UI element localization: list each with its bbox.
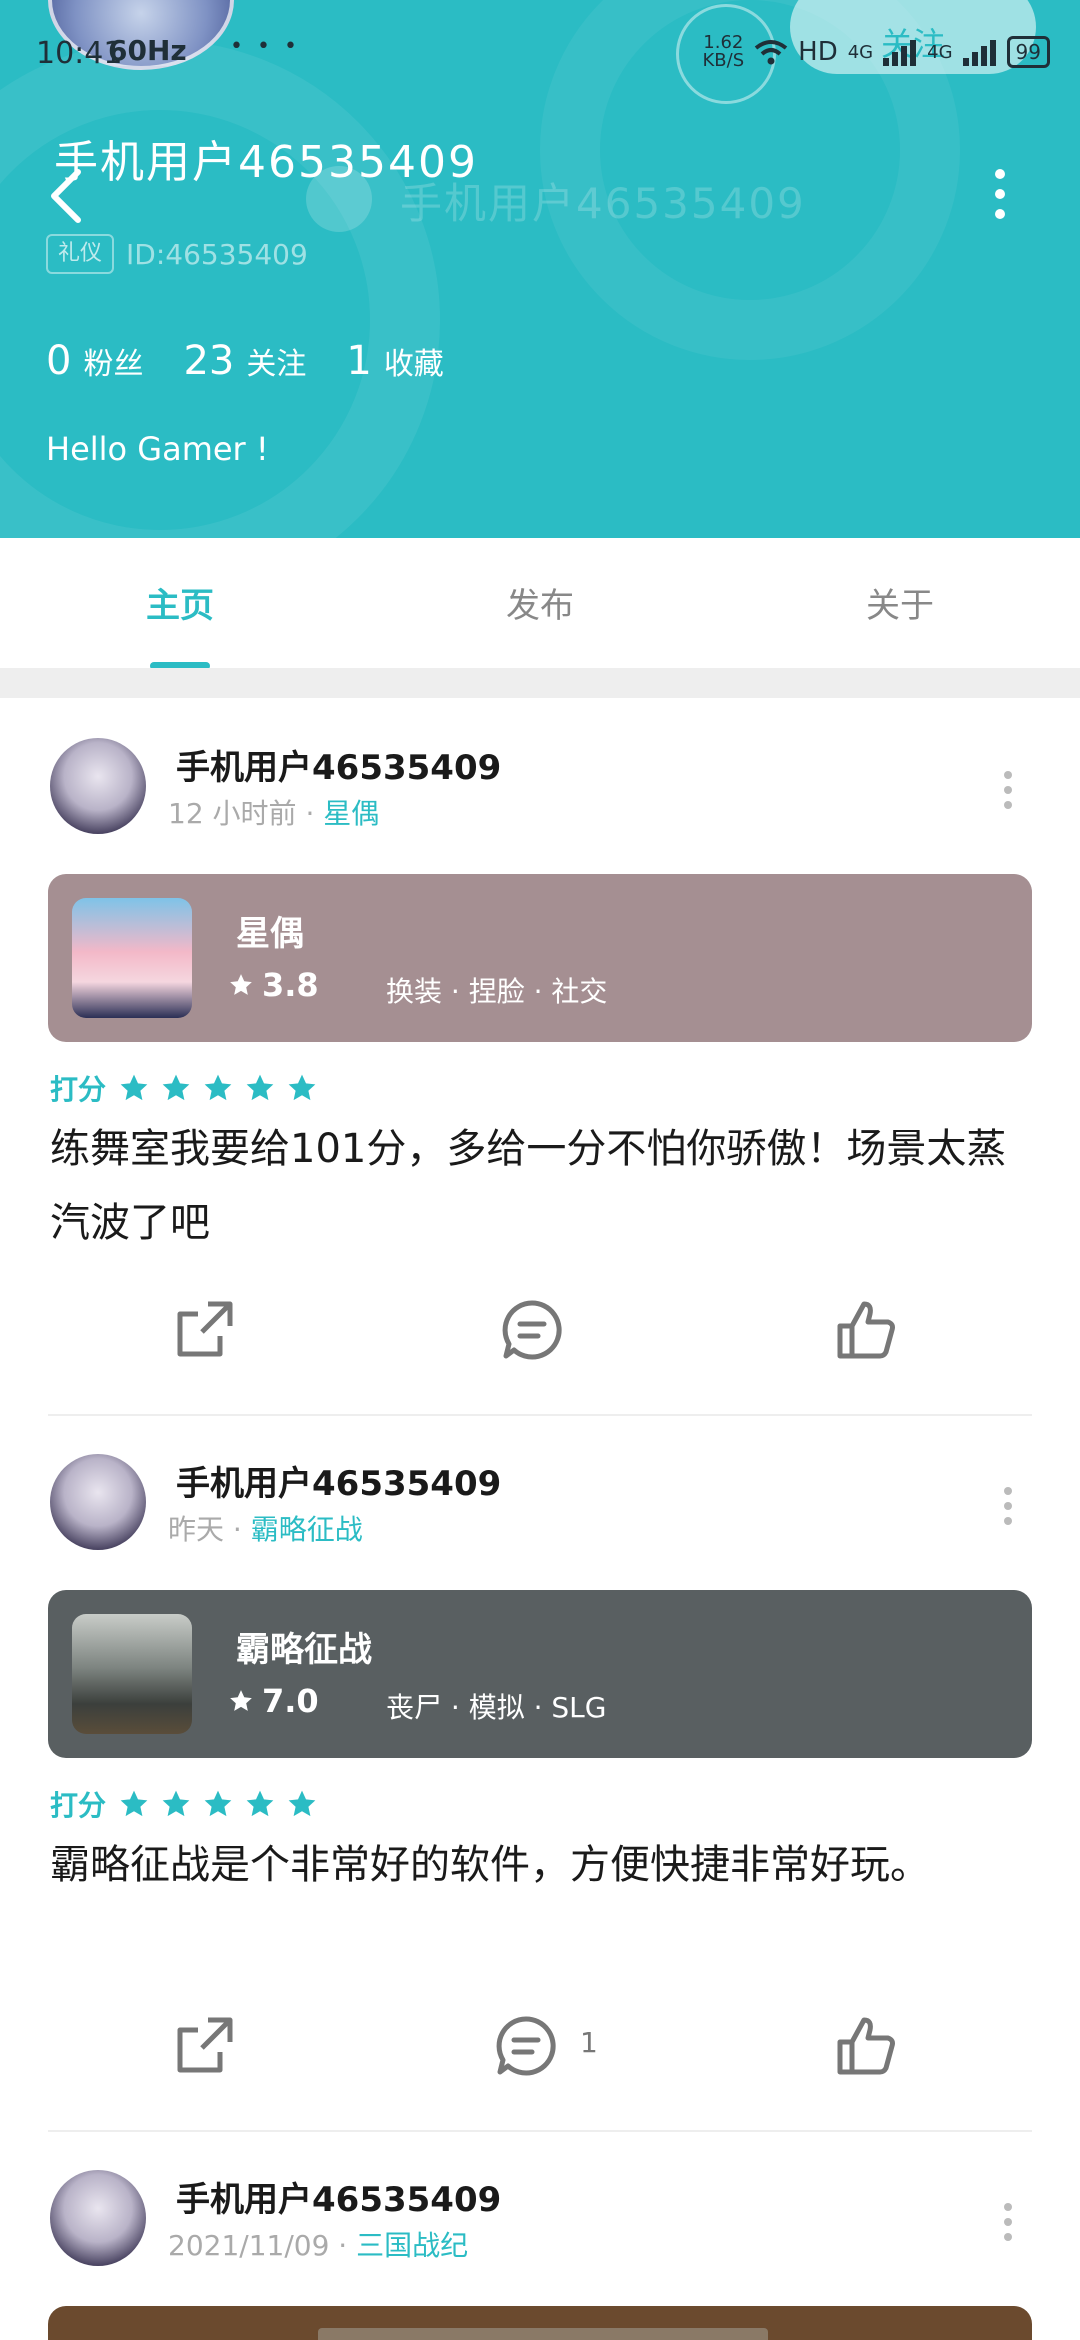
battery-icon: 99 [1006, 36, 1050, 68]
user-badge: 礼仪 [46, 234, 115, 274]
stat-following[interactable]: 23 关注 [183, 338, 306, 384]
score-label: 打分 [50, 1789, 107, 1822]
score-row: 打分 [50, 1784, 318, 1824]
post-meta: 2021/11/09 · 三国战纪 [168, 2224, 468, 2264]
star-icon [162, 1074, 190, 1101]
net-speed-unit: KB/S [702, 50, 745, 71]
tab-about[interactable]: 关于 [800, 578, 1000, 627]
user-bio: Hello Gamer ! [46, 430, 269, 468]
more-vertical-icon[interactable] [988, 168, 1012, 220]
section-divider [0, 668, 1080, 698]
game-name: 霸略征战 [236, 1630, 372, 1670]
profile-stats: 0 粉丝 23 关注 1 收藏 [46, 338, 444, 384]
star-icon [204, 1790, 232, 1817]
post-time: 12 小时前 [168, 797, 297, 830]
game-rating-value: 7.0 [262, 1682, 319, 1720]
post-game-link[interactable]: 霸略征战 [251, 1513, 363, 1546]
star-icon [288, 1790, 316, 1817]
game-card[interactable]: 星偶 3.8 换装 · 捏脸 · 社交 [48, 874, 1032, 1042]
username: 手机用户46535409 [54, 137, 478, 188]
post-time: 2021/11/09 [168, 2229, 330, 2262]
post-meta: 昨天 · 霸略征战 [168, 1508, 363, 1548]
post-meta: 12 小时前 · 星偶 [168, 792, 379, 832]
post-time: 昨天 [168, 1513, 225, 1546]
network-type-b: 4G [927, 41, 953, 63]
star-icon [246, 1074, 274, 1101]
stat-value: 1 [346, 338, 372, 384]
game-icon [72, 1614, 192, 1734]
like-icon[interactable] [834, 2014, 898, 2078]
game-rating: 3.8 [228, 966, 319, 1004]
star-icon [204, 1074, 232, 1101]
notification-dots: ••• [230, 34, 311, 59]
game-card[interactable]: 霸略征战 7.0 丧尸 · 模拟 · SLG [48, 1590, 1032, 1758]
share-icon[interactable] [172, 1298, 236, 1362]
post-author-avatar[interactable] [50, 1454, 146, 1550]
post-text: 练舞室我要给101分，多给一分不怕你骄傲！场景太蒸汽波了吧 [50, 1126, 1007, 1246]
star-icon [162, 1790, 190, 1817]
refresh-rate: 60Hz [108, 34, 187, 67]
star-icon [230, 974, 252, 995]
status-right: 1.62 KB/S HD 4G 4G 99 [703, 34, 1050, 70]
game-card[interactable] [48, 2306, 1032, 2340]
post-author-name[interactable]: 手机用户46535409 [176, 1456, 501, 1505]
star-icon [246, 1790, 274, 1817]
net-speed: 1.62 KB/S [703, 34, 745, 70]
star-icon [230, 1690, 252, 1711]
comment-icon[interactable] [494, 2014, 558, 2078]
game-tags: 换装 · 捏脸 · 社交 [386, 975, 608, 1008]
post-divider [48, 1414, 1032, 1416]
game-tags: 丧尸 · 模拟 · SLG [386, 1691, 607, 1724]
wifi-icon [754, 40, 788, 65]
tab-posts[interactable]: 发布 [440, 578, 640, 627]
meta-separator: · [305, 797, 315, 830]
game-name: 星偶 [236, 914, 304, 954]
stat-value: 23 [183, 338, 235, 384]
game-icon [72, 898, 192, 1018]
hd-label: HD [798, 37, 838, 67]
star-icon [120, 1790, 148, 1817]
meta-separator: · [338, 2229, 348, 2262]
share-icon[interactable] [172, 2014, 236, 2078]
user-id: ID:46535409 [126, 238, 308, 271]
post-author-avatar[interactable] [50, 738, 146, 834]
rating-stars [118, 1072, 318, 1104]
post-author-name[interactable]: 手机用户46535409 [176, 740, 501, 789]
post-more-icon[interactable] [1000, 2202, 1016, 2242]
stat-favorites[interactable]: 1 收藏 [346, 338, 443, 384]
post-author-avatar[interactable] [50, 2170, 146, 2266]
post-divider [48, 2130, 1032, 2132]
profile-tabs: 主页 发布 关于 [0, 538, 1080, 670]
star-icon [120, 1074, 148, 1101]
stat-label: 粉丝 [83, 347, 144, 382]
game-rating-value: 3.8 [262, 966, 319, 1004]
comment-icon[interactable] [500, 1298, 564, 1362]
signal-icon [962, 38, 997, 66]
tab-home[interactable]: 主页 [80, 578, 280, 627]
stat-value: 0 [46, 338, 72, 384]
post-more-icon[interactable] [1000, 770, 1016, 810]
post-game-link[interactable]: 三国战纪 [356, 2229, 468, 2262]
signal-icon [883, 38, 917, 66]
scroll-placeholder [318, 2328, 768, 2340]
meta-separator: · [232, 1513, 242, 1546]
score-label: 打分 [50, 1073, 107, 1106]
post-text: 霸略征战是个非常好的软件，方便快捷非常好玩。 [50, 1842, 930, 1888]
stat-fans[interactable]: 0 粉丝 [46, 338, 143, 384]
like-icon[interactable] [834, 1298, 898, 1362]
battery-level: 99 [1015, 40, 1041, 64]
star-icon [288, 1074, 316, 1101]
status-bar: 10:41 60Hz ••• 1.62 KB/S HD 4G 4G 99 [0, 28, 1080, 80]
post-more-icon[interactable] [1000, 1486, 1016, 1526]
stat-label: 关注 [246, 347, 307, 382]
profile-header: 关注 10:41 60Hz ••• 1.62KB/S HD 4G 4G 99 手… [0, 0, 1080, 538]
network-type-a: 4G [847, 41, 874, 63]
stat-label: 收藏 [383, 347, 444, 382]
comment-count: 1 [580, 2026, 598, 2059]
game-rating: 7.0 [228, 1682, 319, 1720]
score-row: 打分 [50, 1068, 318, 1108]
post-game-link[interactable]: 星偶 [323, 797, 379, 830]
rating-stars [118, 1788, 318, 1820]
post-author-name[interactable]: 手机用户46535409 [176, 2172, 501, 2221]
